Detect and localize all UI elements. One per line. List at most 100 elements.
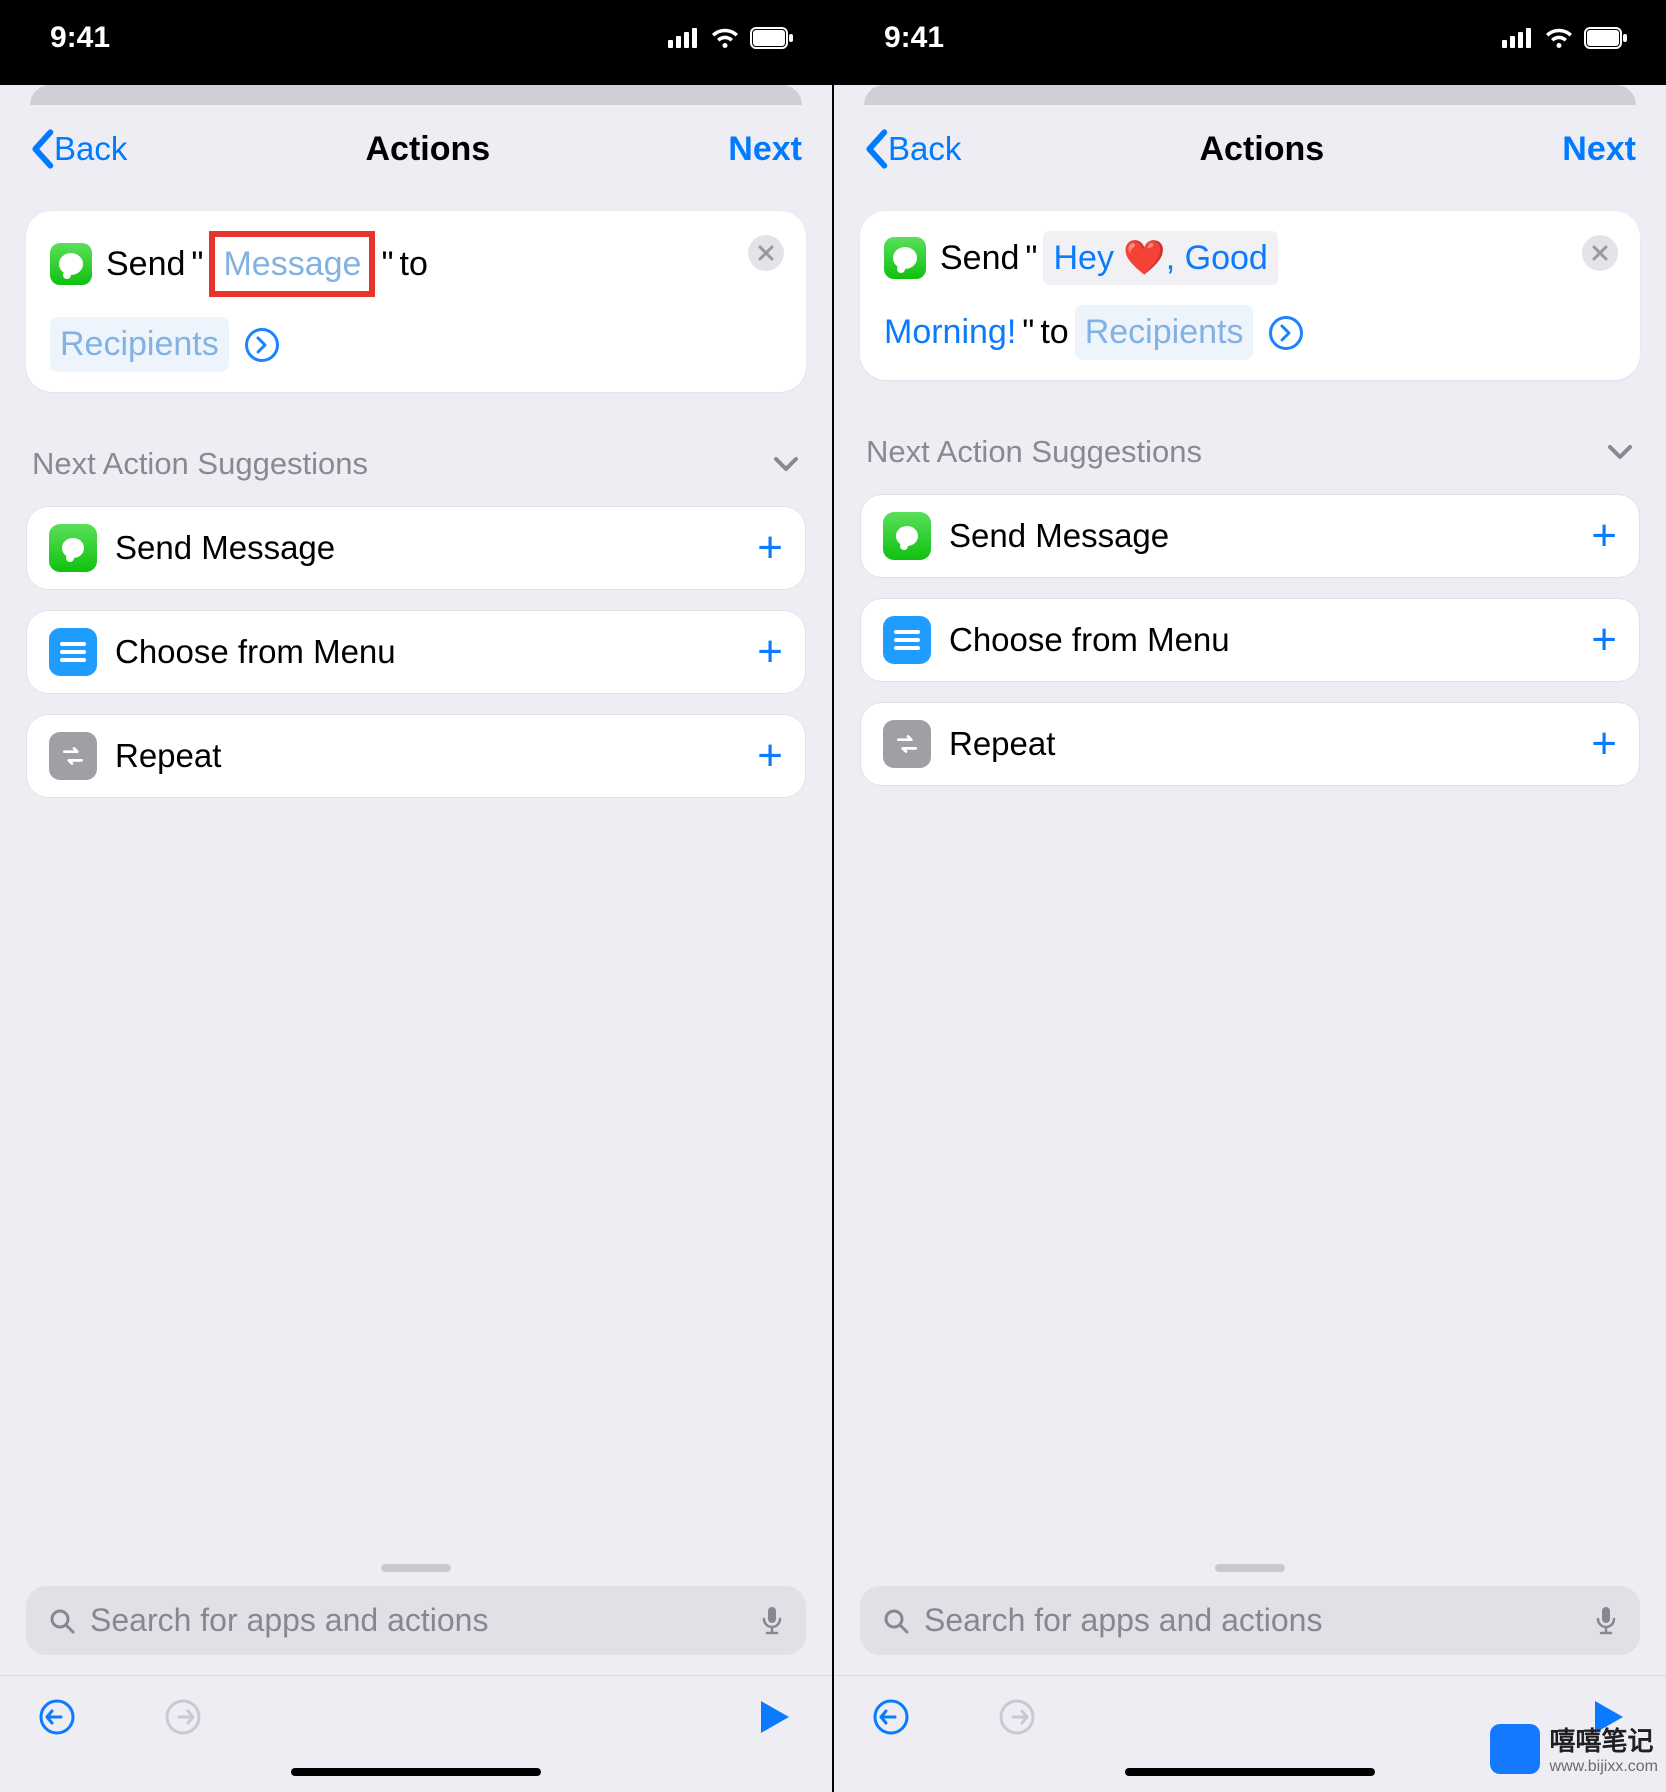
suggestion-row-repeat[interactable]: Repeat + (26, 714, 806, 798)
suggestion-label: Send Message (115, 529, 335, 567)
close-icon (1592, 245, 1608, 261)
sheet-background-tab (30, 85, 802, 105)
chevron-left-icon (30, 129, 54, 169)
mic-icon[interactable] (1594, 1605, 1618, 1637)
close-icon (758, 245, 774, 261)
repeat-icon (49, 732, 97, 780)
sheet-grabber[interactable] (1215, 1564, 1285, 1572)
suggestions-header[interactable]: Next Action Suggestions (866, 434, 1634, 470)
watermark-url: www.bijixx.com (1550, 1758, 1658, 1776)
send-label: Send (106, 237, 185, 291)
suggestion-row-repeat[interactable]: Repeat + (860, 702, 1640, 786)
back-button[interactable]: Back (30, 129, 127, 169)
quote-close: " (1022, 305, 1034, 359)
to-label: to (400, 237, 428, 291)
cellular-icon (1502, 28, 1534, 48)
message-icon (883, 512, 931, 560)
suggestion-label: Choose from Menu (115, 633, 396, 671)
status-time: 9:41 (50, 21, 110, 55)
action-card: Send " Message " to Recipients (26, 211, 806, 392)
suggestion-row-send-message[interactable]: Send Message + (860, 494, 1640, 578)
plus-icon: + (1591, 719, 1617, 769)
message-token[interactable]: Message (223, 245, 361, 283)
search-input[interactable] (90, 1602, 746, 1639)
sheet-grabber[interactable] (381, 1564, 451, 1572)
suggestion-label: Repeat (949, 725, 1055, 763)
run-button[interactable] (752, 1694, 798, 1740)
menu-icon (883, 616, 931, 664)
search-bar[interactable] (26, 1586, 806, 1655)
redo-button (994, 1694, 1040, 1740)
suggestions-header-label: Next Action Suggestions (32, 446, 368, 482)
nav-bar: Back Actions Next (0, 105, 832, 189)
menu-icon (49, 628, 97, 676)
cellular-icon (668, 28, 700, 48)
home-indicator[interactable] (291, 1768, 541, 1776)
chevron-down-icon (1606, 442, 1634, 462)
send-label: Send (940, 231, 1019, 285)
battery-icon (1584, 27, 1628, 49)
message-text-line1[interactable]: Hey ❤️, Good (1043, 231, 1277, 285)
back-label: Back (54, 130, 127, 168)
plus-icon: + (757, 523, 783, 573)
suggestions-header[interactable]: Next Action Suggestions (32, 446, 800, 482)
plus-icon: + (1591, 615, 1617, 665)
status-icons (1502, 27, 1628, 49)
back-label: Back (888, 130, 961, 168)
phone-right: 9:41 Back Actions Next Send " Hey ❤️, Go… (832, 0, 1666, 1792)
chevron-right-icon (1280, 324, 1292, 342)
undo-button[interactable] (34, 1694, 80, 1740)
suggestion-label: Send Message (949, 517, 1169, 555)
chevron-down-icon (772, 454, 800, 474)
suggestion-row-send-message[interactable]: Send Message + (26, 506, 806, 590)
status-icons (668, 27, 794, 49)
plus-icon: + (757, 731, 783, 781)
remove-action-button[interactable] (1582, 235, 1618, 271)
next-button[interactable]: Next (728, 130, 802, 169)
status-time: 9:41 (884, 21, 944, 55)
plus-icon: + (1591, 511, 1617, 561)
suggestion-row-choose-menu[interactable]: Choose from Menu + (860, 598, 1640, 682)
messages-app-icon (50, 243, 92, 285)
next-button[interactable]: Next (1562, 130, 1636, 169)
back-button[interactable]: Back (864, 129, 961, 169)
quote-open: " (191, 237, 203, 291)
suggestion-label: Choose from Menu (949, 621, 1230, 659)
message-text-line2[interactable]: Morning! (884, 305, 1016, 359)
bottom-toolbar (0, 1675, 832, 1764)
remove-action-button[interactable] (748, 235, 784, 271)
chevron-right-icon (256, 336, 268, 354)
page-title: Actions (1199, 130, 1324, 169)
recipients-token[interactable]: Recipients (1075, 305, 1254, 359)
page-title: Actions (365, 130, 490, 169)
wifi-icon (1544, 27, 1574, 49)
suggestion-label: Repeat (115, 737, 221, 775)
disclosure-button[interactable] (1269, 316, 1303, 350)
messages-app-icon (884, 237, 926, 279)
to-label: to (1040, 305, 1068, 359)
mic-icon[interactable] (760, 1605, 784, 1637)
search-icon (882, 1607, 910, 1635)
redo-button (160, 1694, 206, 1740)
watermark: 嘻嘻笔记 www.bijixx.com (1490, 1721, 1658, 1776)
search-bar[interactable] (860, 1586, 1640, 1655)
recipients-token[interactable]: Recipients (50, 317, 229, 371)
suggestions-header-label: Next Action Suggestions (866, 434, 1202, 470)
repeat-icon (883, 720, 931, 768)
watermark-title: 嘻嘻笔记 (1550, 1721, 1658, 1758)
status-bar: 9:41 (834, 0, 1666, 85)
phone-left: 9:41 Back Actions Next Send " Message " … (0, 0, 832, 1792)
action-card: Send " Hey ❤️, Good Morning! " to Recipi… (860, 211, 1640, 380)
highlight-box: Message (209, 231, 375, 297)
chevron-left-icon (864, 129, 888, 169)
watermark-logo (1490, 1724, 1540, 1774)
disclosure-button[interactable] (245, 328, 279, 362)
undo-button[interactable] (868, 1694, 914, 1740)
status-bar: 9:41 (0, 0, 832, 85)
suggestion-row-choose-menu[interactable]: Choose from Menu + (26, 610, 806, 694)
quote-open: " (1025, 231, 1037, 285)
search-input[interactable] (924, 1602, 1580, 1639)
nav-bar: Back Actions Next (834, 105, 1666, 189)
wifi-icon (710, 27, 740, 49)
home-indicator[interactable] (1125, 1768, 1375, 1776)
